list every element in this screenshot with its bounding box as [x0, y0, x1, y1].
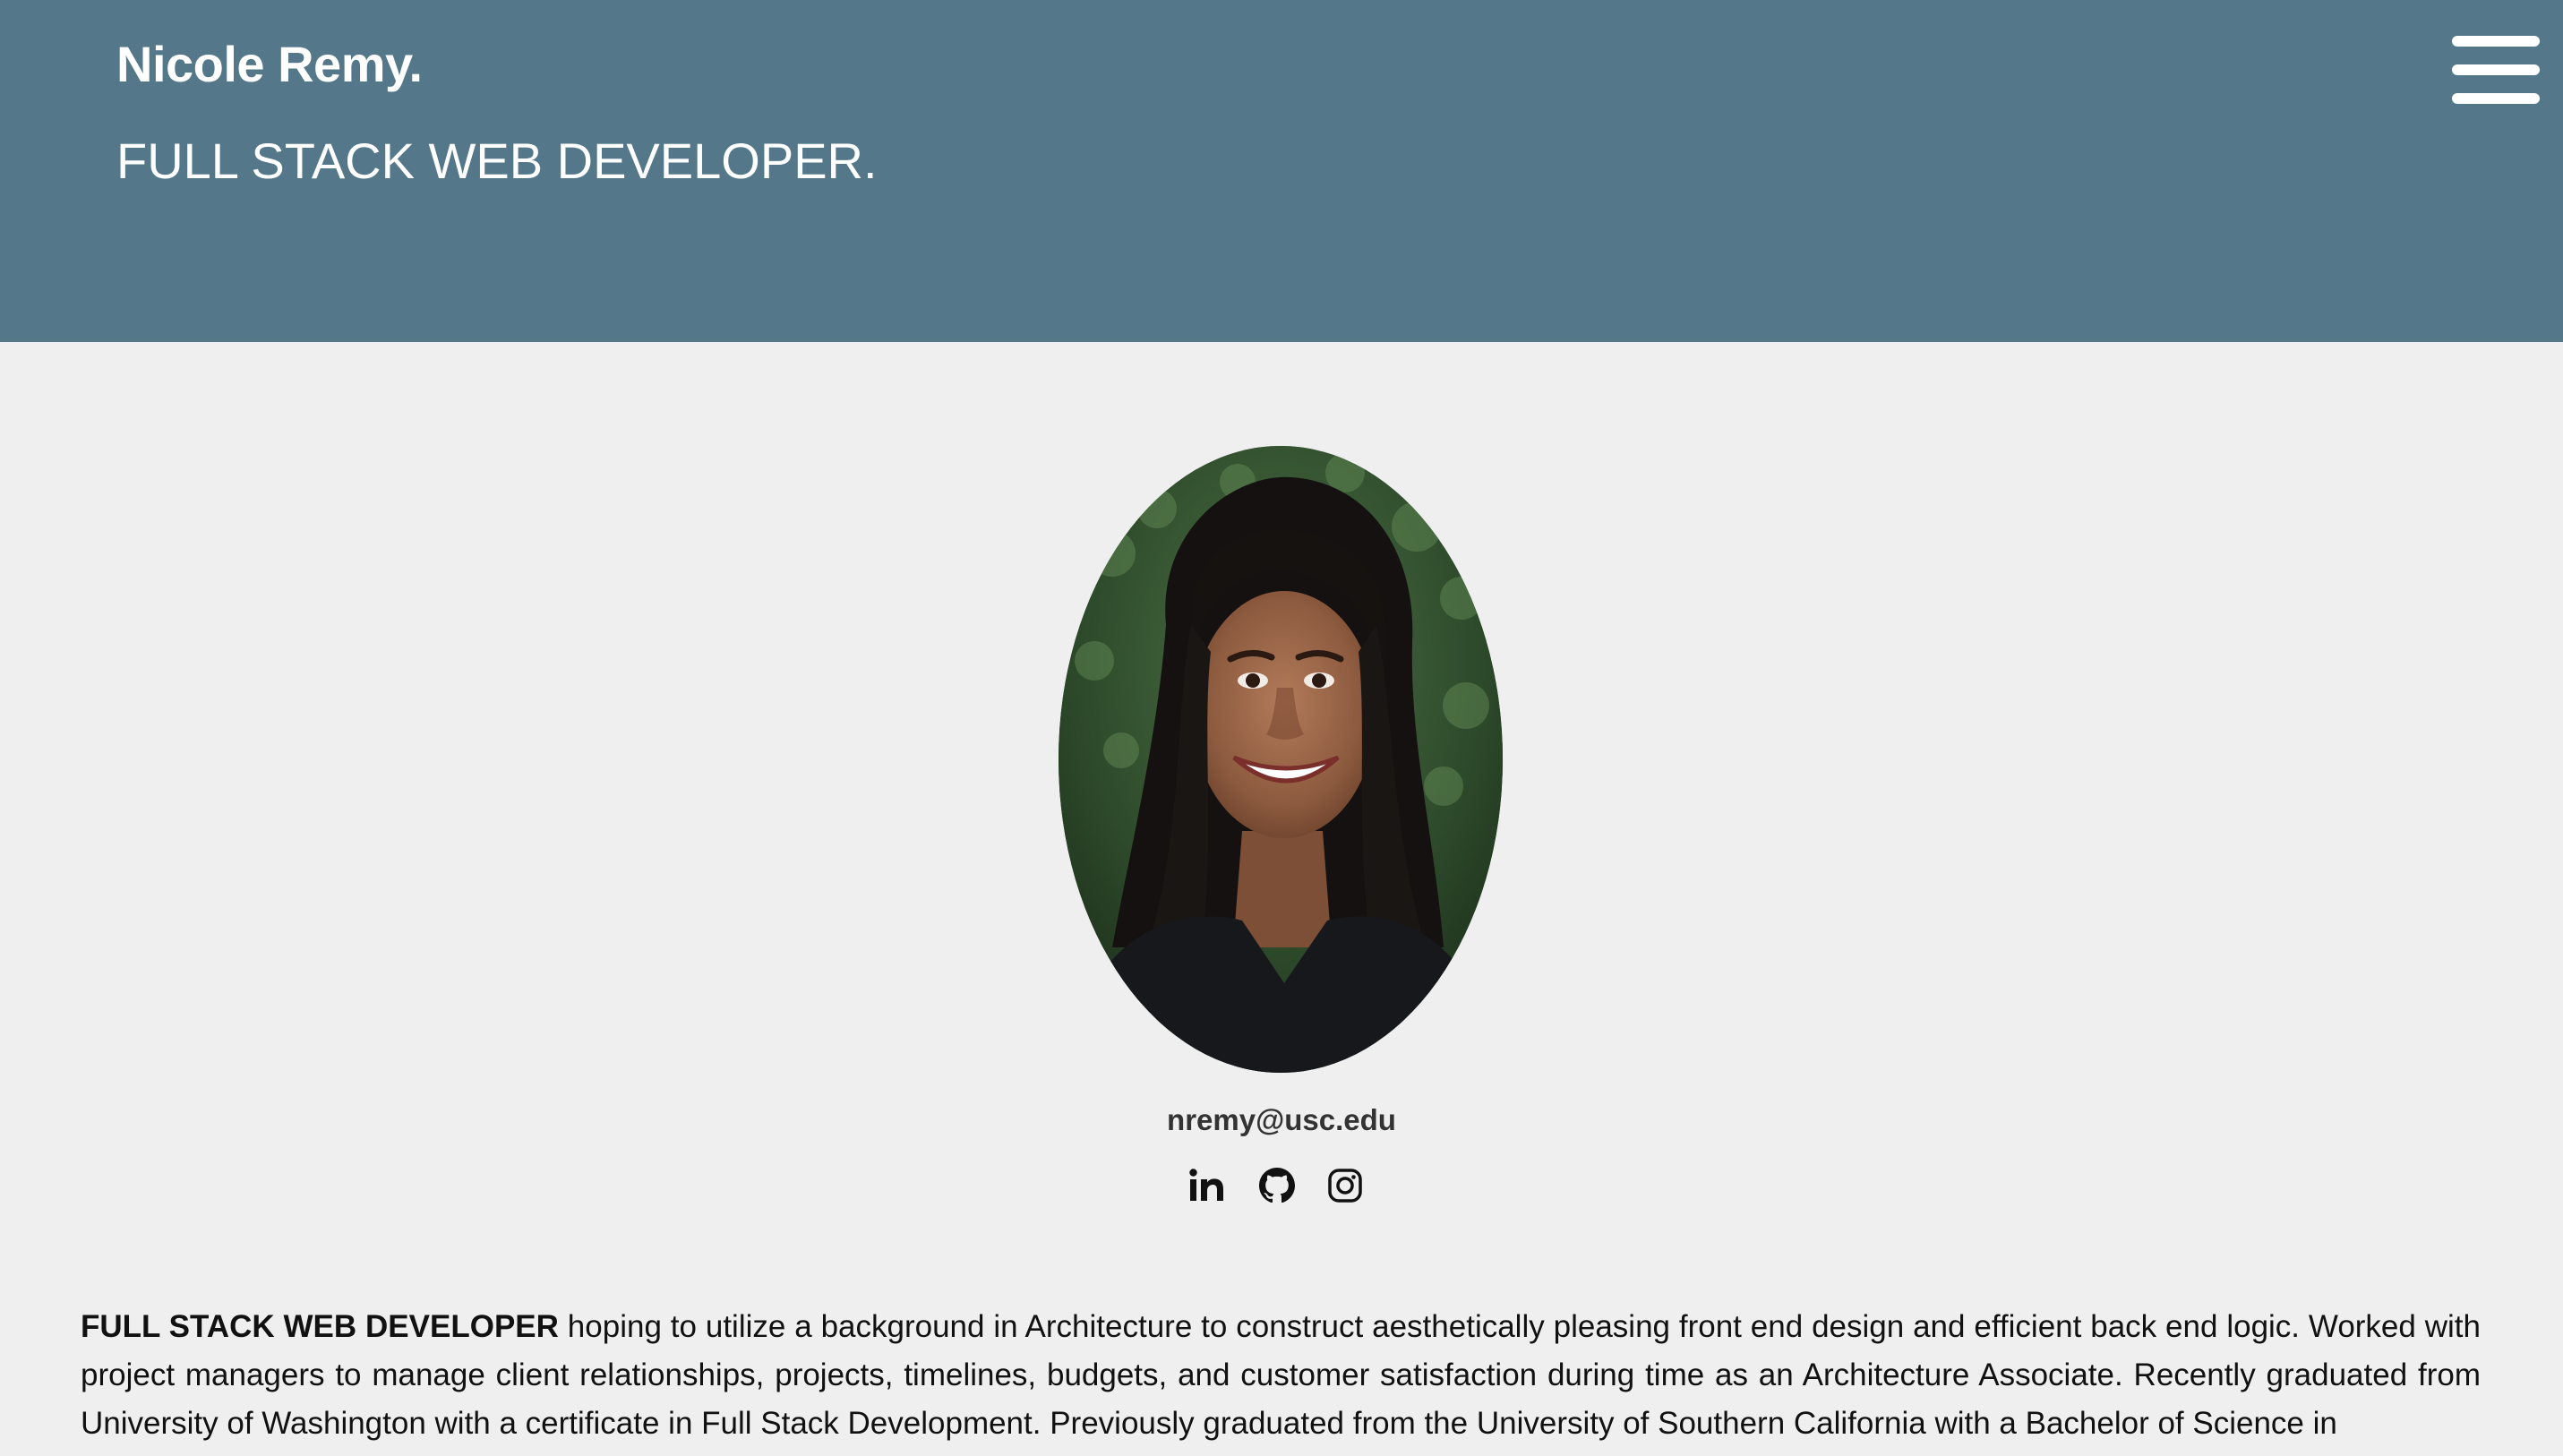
about-paragraph: FULL STACK WEB DEVELOPER hoping to utili… [81, 1303, 2481, 1448]
social-links [1187, 1162, 1376, 1209]
site-name[interactable]: Nicole Remy. [116, 30, 423, 98]
site-tagline: FULL STACK WEB DEVELOPER. [116, 133, 878, 189]
profile-portrait [1059, 446, 1503, 1073]
portrait-image [1059, 446, 1503, 1073]
instagram-icon[interactable] [1325, 1166, 1365, 1205]
github-icon[interactable] [1257, 1166, 1297, 1205]
hamburger-menu-icon[interactable] [2448, 32, 2543, 107]
menu-bar-middle [2452, 64, 2540, 75]
about-lead: FULL STACK WEB DEVELOPER [81, 1309, 559, 1344]
menu-bar-bottom [2452, 93, 2540, 104]
linkedin-icon[interactable] [1187, 1166, 1227, 1205]
site-header: Nicole Remy. FULL STACK WEB DEVELOPER. [0, 0, 2563, 342]
contact-email[interactable]: nremy@usc.edu [0, 1098, 2563, 1143]
menu-bar-top [2452, 36, 2540, 47]
